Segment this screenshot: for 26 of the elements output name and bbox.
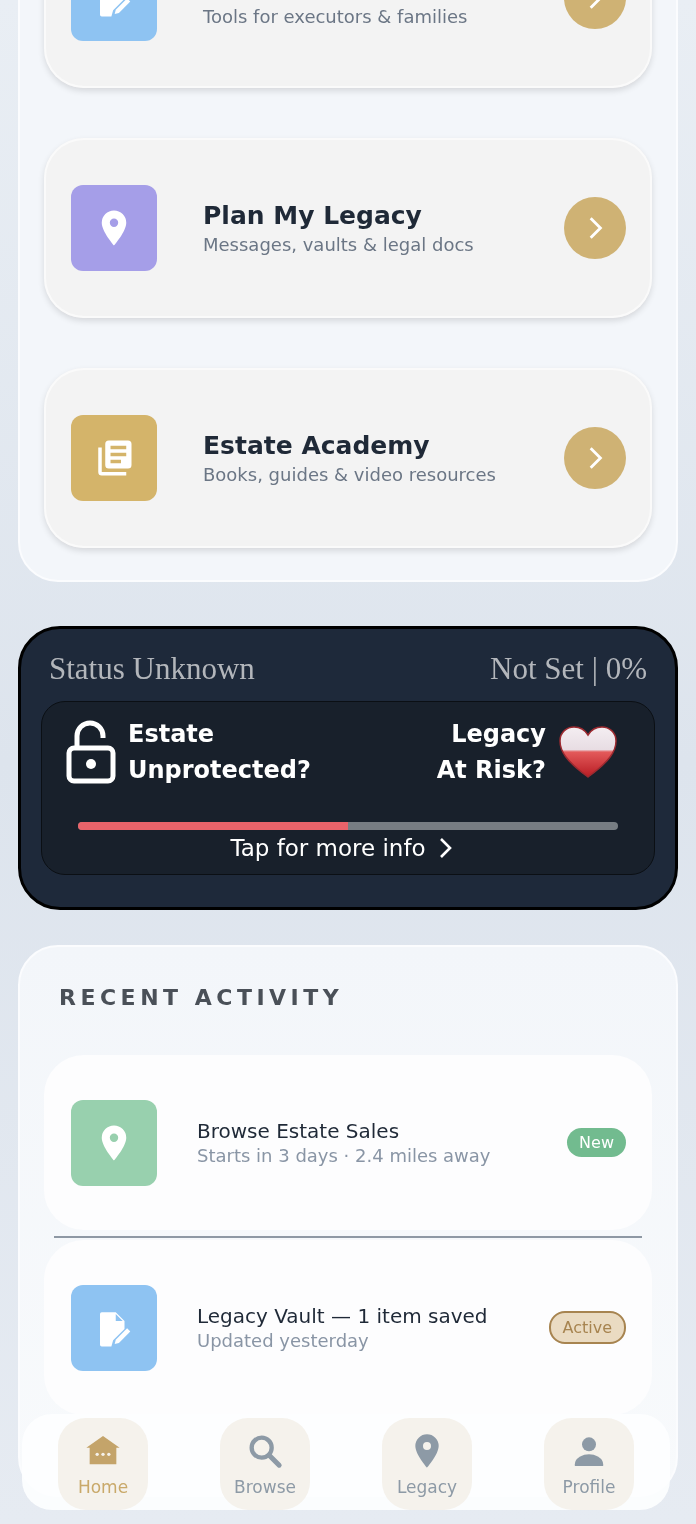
chevron-icon xyxy=(437,837,454,859)
activity-card[interactable]: Legacy Vault — 1 item saved Updated yesterday Active xyxy=(44,1240,652,1415)
status-title: Status Unknown xyxy=(49,651,255,687)
status-badge: Active xyxy=(548,1311,626,1344)
unlocked-padlock-icon xyxy=(66,720,116,784)
card-subtitle: Messages, vaults & legal docs xyxy=(203,234,475,255)
legacy-label: Legacy At Risk? xyxy=(435,719,546,786)
activity-title: Browse Estate Sales xyxy=(197,1119,401,1143)
heart-icon xyxy=(558,725,618,779)
card-title: Plan My Legacy xyxy=(203,201,423,230)
status-summary: Not Set | 0% xyxy=(490,651,647,687)
activity-card[interactable]: Browse Estate Sales Starts in 3 days · 2.4 miles away New xyxy=(44,1055,652,1230)
estate-label: Estate Unprotected? xyxy=(128,719,312,786)
feature-card[interactable]: Tools for executors & families xyxy=(44,0,652,88)
card-subtitle: Tools for executors & families xyxy=(203,5,469,27)
card-subtitle: Books, guides & video resources xyxy=(203,464,497,485)
activity-title: Legacy Vault — 1 item saved xyxy=(197,1304,489,1328)
activity-subtitle: Starts in 3 days · 2.4 miles away xyxy=(197,1145,492,1166)
card-title: Estate Academy xyxy=(203,431,431,460)
feature-card[interactable]: Plan My Legacy Messages, vaults & legal docs xyxy=(44,138,652,318)
status-badge: New xyxy=(567,1128,626,1157)
more-info-link[interactable]: Tap for more info xyxy=(224,834,460,862)
section-heading: RECENT ACTIVITY xyxy=(59,985,345,1010)
activity-subtitle: Updated yesterday xyxy=(197,1330,370,1351)
feature-card[interactable]: Estate Academy Books, guides & video resources xyxy=(44,368,652,548)
status-card[interactable]: Status Unknown Not Set | 0% Estate Unprotected? Legacy At Risk? Tap for more info xyxy=(18,626,678,910)
